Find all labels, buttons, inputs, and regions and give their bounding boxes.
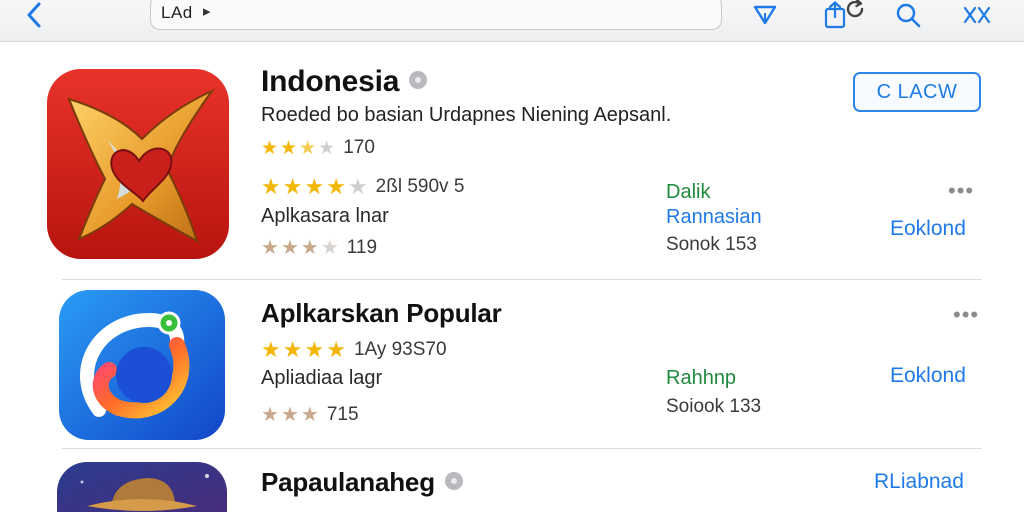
close-tabs-icon[interactable]: [962, 0, 992, 30]
download-button[interactable]: Eoklond: [890, 364, 966, 388]
app-title-text: Indonesia: [261, 65, 400, 98]
rating-count: 170: [343, 137, 375, 158]
rating-row-tan: ★ ★ ★ 715: [261, 404, 359, 426]
send-icon[interactable]: [750, 0, 780, 30]
search-icon[interactable]: [893, 0, 923, 30]
share-icon[interactable]: [820, 0, 850, 30]
rating-row-main: ★ ★ ★ ★ ★ 2ßl 590v 5: [261, 176, 464, 198]
address-bar[interactable]: LAd ▸: [150, 0, 864, 30]
divider: [62, 448, 982, 449]
app-size: Sonok 153: [666, 234, 757, 255]
more-options-icon[interactable]: •••: [948, 178, 974, 204]
app-title-text: Papaulanaheg: [261, 467, 435, 497]
app-status: Rahhnp: [666, 367, 737, 389]
app-icon-swirl[interactable]: [59, 290, 225, 440]
star-rating-icon: ★ ★ ★ ★ ★: [261, 174, 368, 199]
app-title[interactable]: Papaulanaheg: [261, 467, 463, 498]
star-rating-icon: ★ ★ ★ ★: [261, 337, 346, 362]
app-icon-star-heart[interactable]: [47, 69, 229, 259]
app-developer-link[interactable]: Rannasian: [666, 206, 762, 229]
app-size: Soiook 133: [666, 396, 762, 417]
rating-count: 715: [326, 404, 359, 425]
get-button[interactable]: C LACW: [853, 72, 981, 112]
app-title[interactable]: Indonesia: [261, 65, 428, 99]
download-button[interactable]: Eoklond: [890, 217, 966, 241]
address-caret: ▸: [203, 3, 211, 20]
rating-detail: 1Ay 93S70: [353, 339, 447, 360]
app-icon-hat[interactable]: [57, 462, 227, 512]
star-rating-icon: ★ ★ ★: [261, 404, 319, 426]
app-title[interactable]: Aplkarskan Popular: [261, 298, 502, 329]
divider: [62, 279, 982, 280]
more-options-icon[interactable]: •••: [953, 302, 979, 328]
download-button[interactable]: RLiabnad: [874, 470, 964, 494]
rating-count: 119: [346, 237, 378, 258]
info-badge-icon: [409, 71, 428, 90]
browser-toolbar: LAd ▸: [0, 0, 1024, 42]
app-description: Roeded bo basian Urdapnes Niening Aepsan…: [261, 104, 672, 126]
rating-row-main: ★ ★ ★ ★ 1Ay 93S70: [261, 339, 447, 361]
app-status: Dalik: [666, 181, 711, 203]
rating-row-small: ★ ★ ★ ★ 170: [261, 137, 375, 159]
info-badge-icon: [444, 472, 463, 491]
star-rating-icon: ★ ★ ★ ★: [261, 137, 336, 159]
rating-detail: 2ßl 590v 5: [375, 176, 465, 197]
rating-row-tan: ★ ★ ★ ★ 119: [261, 237, 377, 259]
star-rating-icon: ★ ★ ★ ★: [261, 237, 339, 259]
back-chevron-icon[interactable]: [20, 0, 48, 30]
address-text: LAd: [161, 3, 193, 22]
app-category: Apliadiaa lagr: [261, 367, 383, 389]
app-category: Aplkasara lnar: [261, 205, 389, 227]
